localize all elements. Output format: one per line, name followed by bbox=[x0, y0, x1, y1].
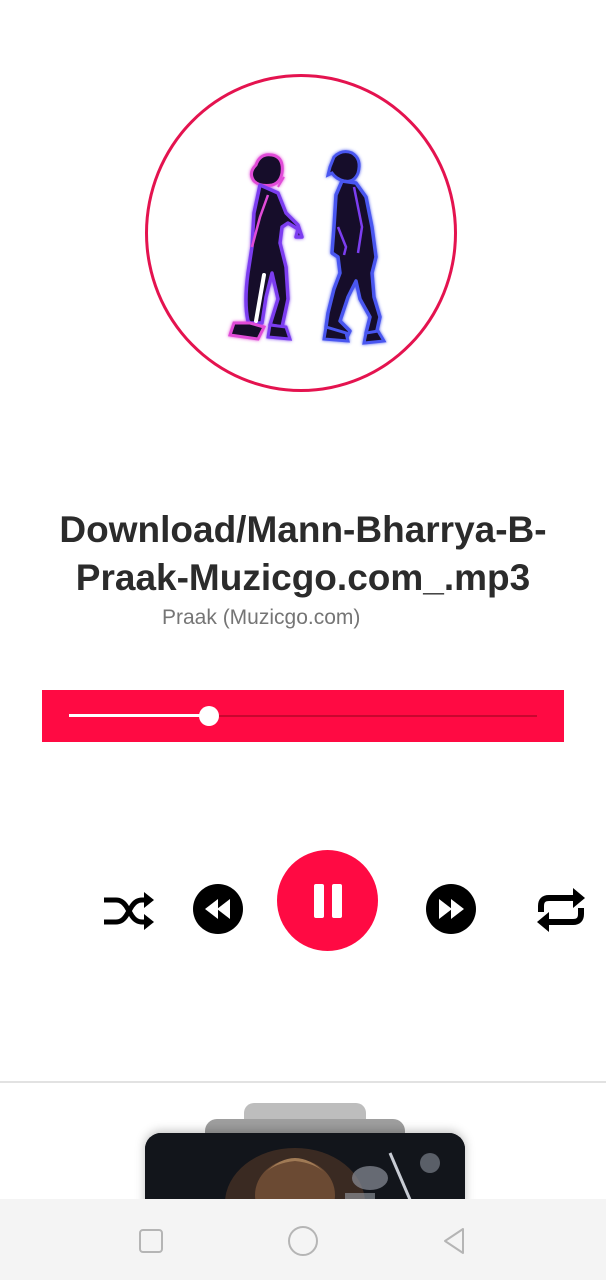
queue-card-current[interactable] bbox=[145, 1133, 465, 1199]
seek-bar[interactable] bbox=[42, 690, 564, 742]
circle-icon bbox=[288, 1226, 318, 1256]
song-title-line-2: Praak-Muzicgo.com_.mp3 bbox=[75, 557, 531, 598]
home-button[interactable] bbox=[281, 1219, 325, 1263]
album-art bbox=[145, 74, 457, 392]
shuffle-icon bbox=[104, 892, 154, 930]
seek-progress bbox=[69, 714, 210, 717]
song-title-line-1: Download/Mann-Bharrya-B- bbox=[59, 509, 547, 550]
repeat-button[interactable] bbox=[533, 884, 589, 936]
shuffle-button[interactable] bbox=[100, 884, 156, 936]
recents-button[interactable] bbox=[129, 1219, 173, 1263]
queue-card-thumbnail bbox=[145, 1133, 465, 1199]
dancing-couple-artwork bbox=[228, 150, 387, 345]
next-button[interactable] bbox=[425, 883, 477, 935]
play-pause-button[interactable] bbox=[277, 850, 378, 951]
square-icon bbox=[139, 1229, 163, 1253]
song-artist: Praak (Muzicgo.com) bbox=[162, 606, 361, 629]
song-title: Download/Mann-Bharrya-B- Praak-Muzicgo.c… bbox=[20, 506, 586, 602]
previous-button[interactable] bbox=[192, 883, 244, 935]
pause-icon bbox=[313, 883, 342, 918]
rewind-icon bbox=[193, 884, 243, 934]
fast-forward-icon bbox=[426, 884, 476, 934]
back-button[interactable] bbox=[432, 1219, 476, 1263]
triangle-back-icon bbox=[444, 1228, 464, 1254]
music-player-screen: Download/Mann-Bharrya-B- Praak-Muzicgo.c… bbox=[0, 0, 606, 1280]
system-navigation-bar bbox=[0, 1199, 606, 1280]
seek-thumb[interactable] bbox=[199, 706, 220, 726]
dancer-right-figure bbox=[322, 150, 387, 345]
queue-carousel bbox=[0, 1083, 606, 1199]
dancer-left-figure bbox=[228, 153, 304, 341]
repeat-icon bbox=[537, 888, 585, 932]
